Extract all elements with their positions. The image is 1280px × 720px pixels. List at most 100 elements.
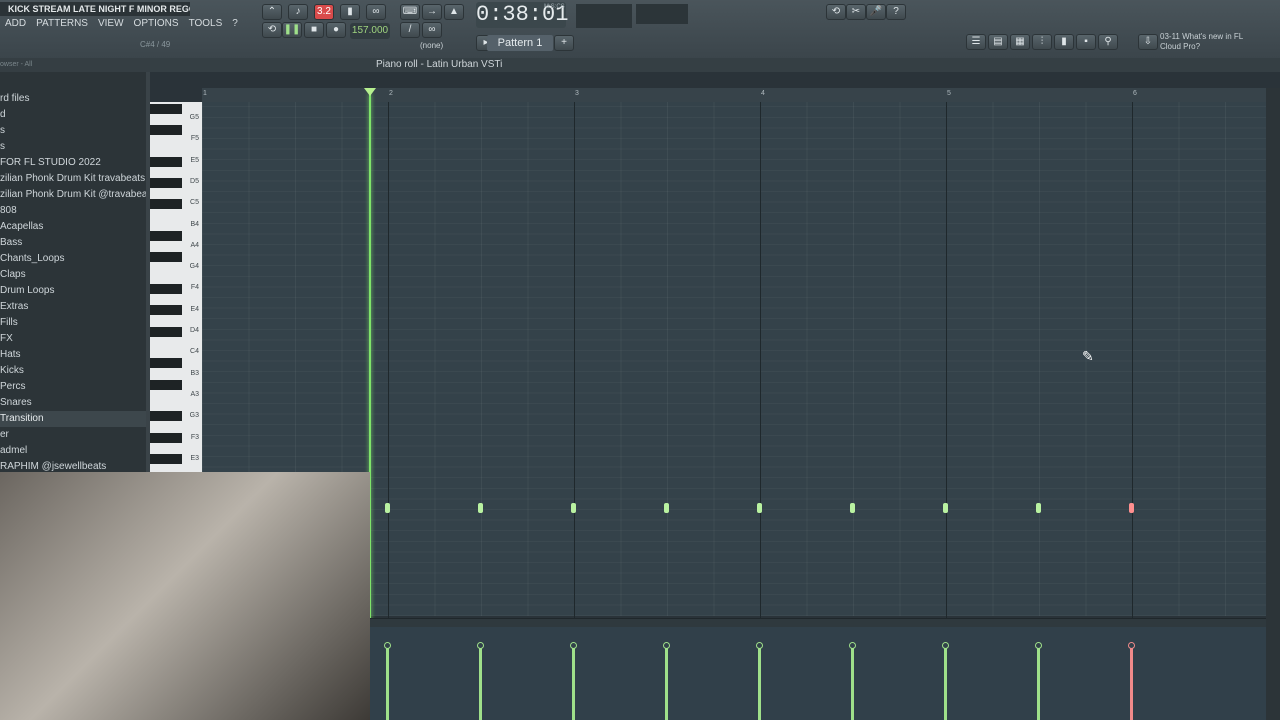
black-key[interactable] [150, 453, 182, 464]
playlist-icon[interactable]: ☰ [966, 34, 986, 50]
record-icon[interactable]: ● [326, 22, 346, 38]
browser-item[interactable]: s [0, 123, 146, 139]
arrow-right-icon[interactable]: → [422, 4, 442, 20]
output-selector[interactable]: (none) [420, 41, 443, 50]
pattern-selector[interactable]: Pattern 1 [487, 35, 553, 51]
black-key[interactable] [150, 305, 182, 316]
black-key[interactable] [150, 231, 182, 242]
velocity-bar[interactable] [1130, 648, 1133, 720]
loop-icon[interactable]: ⟲ [262, 22, 282, 38]
cpu-icon[interactable]: ▲ [444, 4, 464, 20]
browser-item[interactable]: zilian Phonk Drum Kit travabeats (1) [0, 171, 146, 187]
browser-item[interactable]: Kicks [0, 363, 146, 379]
browser-item[interactable]: Hats [0, 347, 146, 363]
note[interactable] [664, 503, 669, 513]
brush-icon[interactable]: / [400, 22, 420, 38]
mic-icon[interactable]: 🎤 [866, 4, 886, 20]
velocity-bar[interactable] [479, 648, 482, 720]
black-key[interactable] [150, 379, 182, 390]
black-key[interactable] [150, 157, 182, 167]
black-key[interactable] [150, 104, 182, 114]
velocity-handle[interactable] [1128, 642, 1135, 649]
link-icon[interactable]: ∞ [422, 22, 442, 38]
event-editor-divider[interactable] [370, 618, 1266, 627]
menu-tools[interactable]: TOOLS [184, 17, 228, 31]
browser-item[interactable]: Chants_Loops [0, 251, 146, 267]
browser-item[interactable]: Bass [0, 235, 146, 251]
black-key[interactable] [150, 178, 182, 189]
black-key[interactable] [150, 326, 182, 337]
loop-record-icon[interactable]: ∞ [366, 4, 386, 20]
browser-item[interactable]: Acapellas [0, 219, 146, 235]
note[interactable] [943, 503, 948, 513]
black-key[interactable] [150, 252, 182, 263]
plug-icon[interactable]: ⚲ [1098, 34, 1118, 50]
help-icon[interactable]: ? [886, 4, 906, 20]
note[interactable] [385, 503, 390, 513]
mixer-icon[interactable]: ⫶ [1032, 34, 1052, 50]
browser-item[interactable]: d [0, 107, 146, 123]
tempo-display[interactable]: 157.000 [350, 23, 390, 39]
note[interactable] [757, 503, 762, 513]
pause-icon[interactable]: ❚❚ [282, 22, 302, 38]
velocity-handle[interactable] [663, 642, 670, 649]
black-key[interactable] [150, 284, 182, 295]
download-icon[interactable]: ⇩ [1138, 34, 1158, 50]
plugin-icon[interactable]: ▮ [1054, 34, 1074, 50]
browser-item[interactable]: Extras [0, 299, 146, 315]
note[interactable] [1129, 503, 1134, 513]
browser-item[interactable]: FX [0, 331, 146, 347]
browser-item[interactable]: 808 [0, 203, 146, 219]
browser-item[interactable]: Claps [0, 267, 146, 283]
wait-input-icon[interactable]: ♪ [288, 4, 308, 20]
menu-add[interactable]: ADD [0, 17, 31, 31]
menu-view[interactable]: VIEW [93, 17, 129, 31]
menu-help[interactable]: ? [227, 17, 243, 31]
velocity-handle[interactable] [1035, 642, 1042, 649]
velocity-bar[interactable] [386, 648, 389, 720]
note[interactable] [571, 503, 576, 513]
menu-options[interactable]: OPTIONS [129, 17, 184, 31]
piano-keyboard[interactable]: G5 F5 E5 D5 C5 B4 A4 G4 F4 E4 D4 C4 B3 A3 G3 F3 E3 [150, 102, 202, 472]
velocity-handle[interactable] [849, 642, 856, 649]
velocity-bar[interactable] [665, 648, 668, 720]
browser-item[interactable]: zilian Phonk Drum Kit @travabeats [0, 187, 146, 203]
browser-item[interactable]: er [0, 427, 146, 443]
browser-item[interactable]: rd files [0, 91, 146, 107]
velocity-bar[interactable] [1037, 648, 1040, 720]
velocity-bar[interactable] [572, 648, 575, 720]
browser-item[interactable]: Percs [0, 379, 146, 395]
black-key[interactable] [150, 432, 182, 443]
undo-icon[interactable]: ⟲ [826, 4, 846, 20]
velocity-handle[interactable] [384, 642, 391, 649]
browser-item[interactable]: Drum Loops [0, 283, 146, 299]
browser-item[interactable]: Fills [0, 315, 146, 331]
cut-icon[interactable]: ✂ [846, 4, 866, 20]
step-edit-icon[interactable]: ▮ [340, 4, 360, 20]
note[interactable] [1036, 503, 1041, 513]
browser-item[interactable]: admel [0, 443, 146, 459]
velocity-handle[interactable] [570, 642, 577, 649]
black-key[interactable] [150, 125, 182, 136]
browser-item[interactable]: Snares [0, 395, 146, 411]
menu-patterns[interactable]: PATTERNS [31, 17, 93, 31]
browser-item[interactable]: FOR FL STUDIO 2022 [0, 155, 146, 171]
velocity-handle[interactable] [756, 642, 763, 649]
velocity-handle[interactable] [477, 642, 484, 649]
browser-icon[interactable]: ▪ [1076, 34, 1096, 50]
note[interactable] [478, 503, 483, 513]
vertical-scrollbar[interactable] [1266, 88, 1280, 720]
velocity-bar[interactable] [758, 648, 761, 720]
add-pattern-icon[interactable]: + [554, 35, 574, 51]
mode-badge[interactable]: 3.2 [314, 4, 334, 20]
black-key[interactable] [150, 411, 182, 422]
timeline-ruler[interactable]: 1 2 3 4 5 6 [202, 88, 1266, 103]
velocity-bar[interactable] [851, 648, 854, 720]
metronome-icon[interactable]: ⌃ [262, 4, 282, 20]
browser-item[interactable]: Transition [0, 411, 146, 427]
piano-roll-icon[interactable]: ▤ [988, 34, 1008, 50]
typing-keyboard-icon[interactable]: ⌨ [400, 4, 420, 20]
note[interactable] [850, 503, 855, 513]
news-panel[interactable]: 03-11 What's new in FL Cloud Pro? [1160, 32, 1260, 52]
black-key[interactable] [150, 358, 182, 369]
